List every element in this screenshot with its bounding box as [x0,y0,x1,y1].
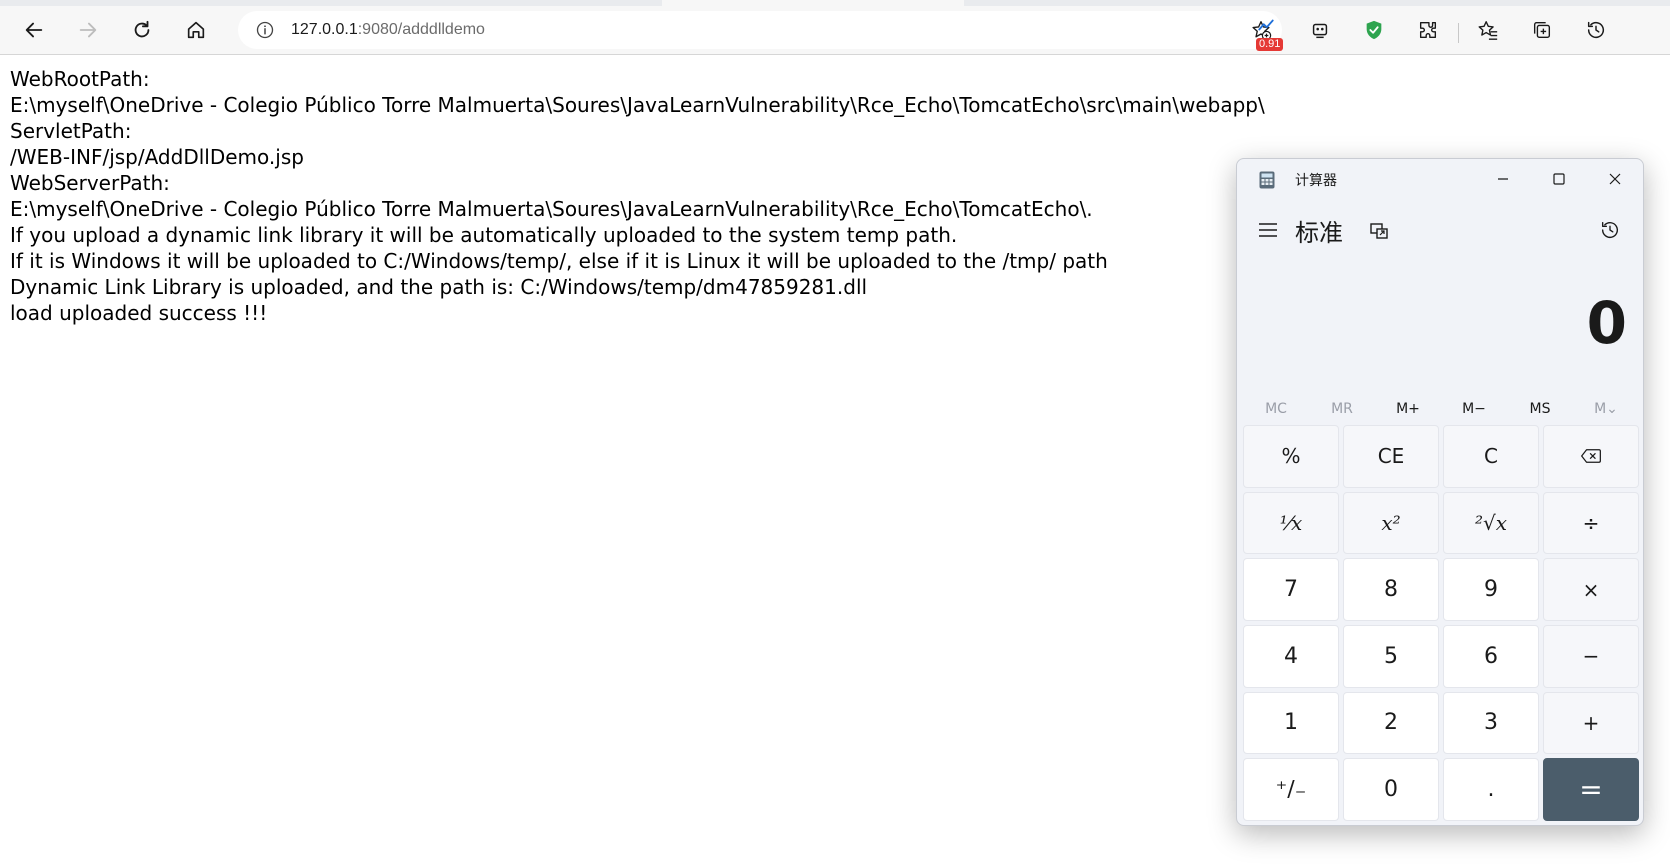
percent-button[interactable]: % [1243,425,1339,488]
multiply-button[interactable]: × [1543,558,1639,621]
address-bar[interactable]: 127.0.0.1:9080/adddlldemo [238,11,1282,49]
site-info-icon[interactable] [254,19,276,41]
calculator-titlebar[interactable]: 计算器 [1237,159,1643,199]
divide-button[interactable]: ÷ [1543,491,1639,555]
subtract-button[interactable]: − [1543,625,1639,688]
memory-store-button[interactable]: MS [1507,391,1573,427]
collections-button[interactable] [1520,6,1564,54]
collections-icon [1533,21,1551,39]
label-webserverpath: WebServerPath: [10,171,170,195]
close-icon [1609,173,1621,185]
digit-4-button[interactable]: 4 [1243,625,1339,688]
digit-6-button[interactable]: 6 [1443,625,1539,688]
calculator-display: 0 [1586,289,1627,357]
minimize-icon [1498,178,1508,180]
close-button[interactable] [1587,159,1643,199]
value-servletpath: /WEB-INF/jsp/AddDllDemo.jsp [10,145,304,169]
toolbar-divider [1458,23,1459,43]
square-button[interactable]: x² [1343,491,1439,555]
label-servletpath: ServletPath: [10,119,132,143]
memory-recall-button[interactable]: MR [1309,391,1375,427]
clear-button[interactable]: C [1443,425,1539,488]
backspace-icon [1581,449,1601,464]
home-button[interactable] [174,6,218,54]
digit-7-button[interactable]: 7 [1243,558,1339,621]
digit-2-button[interactable]: 2 [1343,691,1439,755]
calculator-title: 计算器 [1295,173,1337,189]
decimal-button[interactable]: . [1443,758,1539,821]
reciprocal-label: ⅟x [1279,510,1303,535]
keypad: % CE C ⅟x x² ²√x ÷ 7 8 9 × 4 5 6 − 1 2 3… [1243,425,1639,821]
equals-button[interactable]: = [1543,758,1639,821]
forward-arrow-icon [79,22,97,38]
extension-badge: 0.91 [1256,38,1284,51]
keep-on-top-icon[interactable] [1369,221,1389,241]
puzzle-icon [1419,21,1437,39]
load-success-line: load uploaded success !!! [10,301,268,325]
label-webrootpath: WebRootPath: [10,67,150,91]
maximize-icon [1553,173,1565,185]
square-root-label: ²√x [1474,510,1508,535]
memory-add-button[interactable]: M+ [1375,391,1441,427]
url-host: 127.0.0.1 [291,21,358,38]
extension-robot-button[interactable] [1298,6,1342,54]
history-button[interactable] [1574,6,1618,54]
extension-shield-button[interactable] [1352,6,1396,54]
calculator-window[interactable]: 计算器 标准 0 MC MR M+ M− MS M⌄ % CE C ⅟x x² … [1236,158,1644,826]
backspace-button[interactable] [1543,425,1639,488]
favorites-icon [1478,21,1498,40]
upload-info-line: If you upload a dynamic link library it … [10,223,958,247]
url-path: :9080/adddlldemo [357,21,485,38]
clear-entry-button[interactable]: CE [1343,425,1439,488]
memory-subtract-button[interactable]: M− [1441,391,1507,427]
back-button[interactable] [12,6,56,54]
digit-8-button[interactable]: 8 [1343,558,1439,621]
url-text: 127.0.0.1:9080/adddlldemo [291,21,485,39]
hamburger-menu-icon[interactable] [1257,221,1279,239]
extension-chart-button[interactable]: 0.91 [1244,6,1288,54]
value-webserverpath: E:\myself\OneDrive - Colegio Público Tor… [10,197,1093,221]
square-root-button[interactable]: ²√x [1443,491,1539,555]
calculator-app-icon [1259,171,1275,189]
page-content: WebRootPath: E:\myself\OneDrive - Colegi… [10,66,1265,326]
os-path-info-line: If it is Windows it will be uploaded to … [10,249,1108,273]
memory-row: MC MR M+ M− MS M⌄ [1243,391,1639,427]
negate-button[interactable]: ⁺∕₋ [1243,758,1339,821]
maximize-button[interactable] [1531,159,1587,199]
square-label: x² [1381,510,1401,535]
robot-extension-icon [1312,23,1328,39]
history-clock-icon [1587,21,1605,39]
forward-button[interactable] [66,6,110,54]
browser-toolbar: 127.0.0.1:9080/adddlldemo 0.91 [0,6,1670,55]
home-icon [187,21,205,39]
refresh-icon [134,20,150,38]
digit-0-button[interactable]: 0 [1343,758,1439,821]
memory-clear-button[interactable]: MC [1243,391,1309,427]
digit-1-button[interactable]: 1 [1243,691,1339,755]
chart-extension-icon [1258,19,1274,31]
uploaded-path-line: Dynamic Link Library is uploaded, and th… [10,275,868,299]
calculator-history-icon[interactable] [1599,219,1621,241]
add-button[interactable]: + [1543,691,1639,755]
favorites-button[interactable] [1466,6,1510,54]
digit-3-button[interactable]: 3 [1443,691,1539,755]
digit-5-button[interactable]: 5 [1343,625,1439,688]
shield-icon [1366,20,1382,40]
digit-9-button[interactable]: 9 [1443,558,1539,621]
value-webrootpath: E:\myself\OneDrive - Colegio Público Tor… [10,93,1265,117]
extensions-button[interactable] [1406,6,1450,54]
memory-list-button[interactable]: M⌄ [1573,391,1639,427]
refresh-button[interactable] [120,6,164,54]
reciprocal-button[interactable]: ⅟x [1243,491,1339,555]
calculator-mode-title: 标准 [1295,219,1343,247]
minimize-button[interactable] [1475,159,1531,199]
back-arrow-icon [25,22,43,38]
